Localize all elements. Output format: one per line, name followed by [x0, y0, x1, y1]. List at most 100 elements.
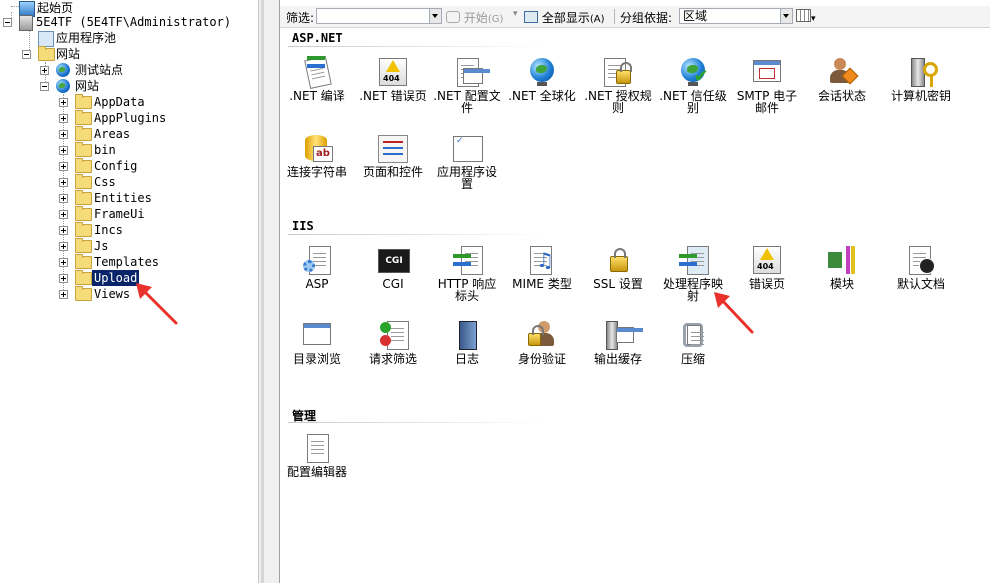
group-by-select[interactable]: 区域 — [679, 8, 793, 24]
tree-item-label: FrameUi — [94, 207, 145, 221]
tree-item-label: bin — [94, 143, 116, 157]
view-mode-button[interactable]: ▾ — [796, 9, 816, 24]
feature-net-trust-levels[interactable]: ✔ .NET 信任级别 — [658, 56, 728, 114]
tree-item-label: 网站 — [75, 79, 100, 93]
expand-toggle[interactable] — [59, 114, 68, 123]
tree-item-label: Config — [94, 159, 138, 173]
feature-net-globalization[interactable]: .NET 全球化 — [507, 56, 577, 102]
feature-net-profile[interactable]: .NET 配置文件 — [432, 56, 502, 114]
feature-ssl-settings[interactable]: SSL 设置 — [583, 244, 653, 290]
expand-toggle[interactable] — [59, 130, 68, 139]
tree-folder-appplugins[interactable]: AppPlugins — [0, 110, 250, 126]
group-by-dropdown-arrow[interactable] — [780, 9, 792, 23]
mime-types-icon: ♫ — [526, 244, 558, 276]
feature-label: 应用程序设置 — [436, 165, 497, 191]
feature-default-document[interactable]: 默认文档 — [883, 244, 959, 290]
feature-request-filtering[interactable]: 请求筛选 — [358, 319, 428, 365]
collapse-toggle[interactable] — [40, 82, 49, 91]
feature-connection-strings[interactable]: ab 连接字符串 — [282, 132, 352, 178]
feature-label: 请求筛选 — [368, 352, 417, 366]
feature-cgi[interactable]: CGI CGI — [358, 244, 428, 290]
filter-input[interactable] — [316, 8, 442, 24]
feature-application-settings[interactable]: 应用程序设置 — [432, 132, 502, 190]
cgi-icon: CGI — [377, 244, 410, 276]
tree-folder-bin[interactable]: bin — [0, 142, 250, 158]
feature-authentication[interactable]: 身份验证 — [507, 319, 577, 365]
expand-toggle[interactable] — [59, 226, 68, 235]
connection-string-icon: ab — [301, 132, 333, 164]
tree-folder-appdata[interactable]: AppData — [0, 94, 250, 110]
feature-modules[interactable]: 模块 — [807, 244, 877, 290]
expand-toggle[interactable] — [40, 66, 49, 75]
folder-icon — [75, 270, 92, 285]
feature-configuration-editor[interactable]: 配置编辑器 — [282, 432, 352, 478]
folder-icon — [75, 222, 92, 237]
authentication-icon — [526, 319, 558, 351]
expand-toggle[interactable] — [59, 210, 68, 219]
tree-folder-incs[interactable]: Incs — [0, 222, 250, 238]
session-user-icon — [826, 56, 859, 88]
feature-session-state[interactable]: 会话状态 — [807, 56, 877, 102]
feature-smtp-email[interactable]: SMTP 电子邮件 — [732, 56, 802, 114]
tree-folder-templates[interactable]: Templates — [0, 254, 250, 270]
folder-icon — [75, 142, 92, 157]
feature-http-response-headers[interactable]: HTTP 响应标头 — [432, 244, 502, 302]
folder-icon — [75, 254, 92, 269]
collapse-toggle[interactable] — [3, 18, 12, 27]
tree-item-site[interactable]: 网站 — [0, 78, 250, 94]
feature-machine-key[interactable]: 计算机密钥 — [883, 56, 959, 102]
tree-item-app-pools[interactable]: 应用程序池 — [0, 30, 250, 47]
filter-dropdown-arrow[interactable] — [429, 9, 441, 23]
collapse-toggle[interactable] — [22, 50, 31, 59]
tree-folder-css[interactable]: Css — [0, 174, 250, 190]
feature-net-compilation[interactable]: .NET 编译 — [282, 56, 352, 102]
tree-item-label: Templates — [94, 255, 160, 269]
tree-folder-config[interactable]: Config — [0, 158, 250, 174]
feature-output-caching[interactable]: 输出缓存 — [583, 319, 653, 365]
tree-folder-areas[interactable]: Areas — [0, 126, 250, 142]
tree-item-server[interactable]: 5E4TF (5E4TF\Administrator) — [0, 14, 250, 31]
feature-net-authorization-rules[interactable]: .NET 授权规则 — [583, 56, 653, 114]
tree-item-label: 5E4TF (5E4TF\Administrator) — [36, 15, 232, 29]
tree-item-test-site[interactable]: 测试站点 — [0, 62, 250, 78]
tree-folder-js[interactable]: Js — [0, 238, 250, 254]
sites-folder-icon — [38, 46, 55, 61]
folder-icon — [75, 206, 92, 221]
feature-asp[interactable]: ASP — [282, 244, 352, 290]
expand-toggle[interactable] — [59, 274, 68, 283]
start-button[interactable]: 开始(G) — [446, 9, 503, 26]
expand-toggle[interactable] — [59, 194, 68, 203]
tree-item-sites[interactable]: 网站 — [0, 46, 250, 62]
feature-label: 目录浏览 — [292, 352, 341, 366]
pane-splitter[interactable] — [258, 0, 280, 583]
tree-item-label: Incs — [94, 223, 123, 237]
tree-folder-upload[interactable]: Upload — [0, 270, 250, 286]
tree-item-label: AppPlugins — [94, 111, 167, 125]
feature-error-pages[interactable]: 404 错误页 — [732, 244, 802, 290]
feature-pages-controls[interactable]: 页面和控件 — [358, 132, 428, 178]
tree-item-label: Entities — [94, 191, 152, 205]
feature-label: 压缩 — [680, 352, 705, 366]
feature-mime-types[interactable]: ♫ MIME 类型 — [507, 244, 577, 290]
expand-toggle[interactable] — [59, 258, 68, 267]
tree-folder-frameui[interactable]: FrameUi — [0, 206, 250, 222]
feature-directory-browsing[interactable]: 目录浏览 — [282, 319, 352, 365]
feature-net-error-pages[interactable]: 404 .NET 错误页 — [358, 56, 428, 102]
tree-folder-entities[interactable]: Entities — [0, 190, 250, 206]
ssl-lock-icon — [602, 244, 634, 276]
expand-toggle[interactable] — [59, 178, 68, 187]
expand-toggle[interactable] — [59, 290, 68, 299]
feature-label: .NET 全球化 — [508, 89, 576, 103]
start-dropdown-arrow[interactable]: ▾ — [513, 9, 518, 19]
expand-toggle[interactable] — [59, 162, 68, 171]
expand-toggle[interactable] — [59, 98, 68, 107]
globe-icon — [526, 56, 558, 88]
tree-folder-views[interactable]: Views — [0, 286, 250, 302]
folder-icon — [75, 110, 92, 125]
compression-icon — [677, 319, 709, 351]
section-divider — [288, 422, 548, 423]
show-all-button[interactable]: 全部显示(A) — [524, 9, 605, 26]
expand-toggle[interactable] — [59, 146, 68, 155]
feature-logging[interactable]: 日志 — [432, 319, 502, 365]
expand-toggle[interactable] — [59, 242, 68, 251]
